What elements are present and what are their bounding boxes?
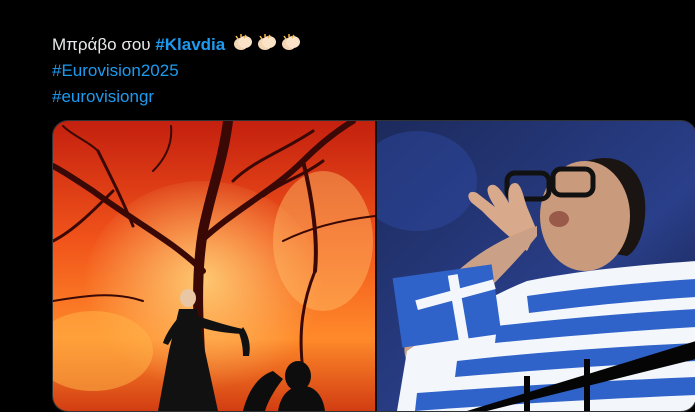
media-grid xyxy=(52,120,695,412)
clapping-hands-icon xyxy=(257,34,276,50)
fan-flag-image xyxy=(377,121,695,411)
hashtag-eurovisiongr[interactable]: #eurovisiongr xyxy=(52,84,672,110)
clapping-hands-icon xyxy=(233,34,252,50)
tweet-body: Μπράβο σου xyxy=(52,35,156,54)
photo-performer-on-stage[interactable] xyxy=(53,121,375,411)
hashtag-klavdia[interactable]: #Klavdia xyxy=(155,35,225,54)
stage-fire-image xyxy=(53,121,375,411)
hashtag-eurovision2025[interactable]: #Eurovision2025 xyxy=(52,58,672,84)
photo-fan-with-greek-flag[interactable] xyxy=(377,121,695,411)
tweet-line-1: Μπράβο σου #Klavdia xyxy=(52,32,672,58)
tweet-text: Μπράβο σου #Klavdia #Eurovision2025 #eur… xyxy=(52,32,672,110)
clapping-hands-icon xyxy=(281,34,300,50)
